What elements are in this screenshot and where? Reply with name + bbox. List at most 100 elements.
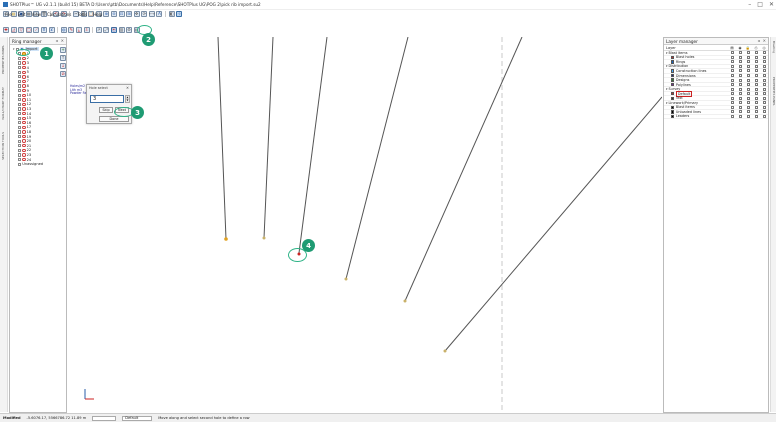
layer-toggle[interactable] <box>746 55 750 59</box>
checkbox[interactable] <box>18 153 22 157</box>
checkbox[interactable] <box>18 102 22 107</box>
layer-toggle[interactable] <box>762 87 766 91</box>
checkbox[interactable] <box>18 139 22 143</box>
layer-toggle[interactable] <box>754 114 758 118</box>
checkbox[interactable] <box>18 157 22 162</box>
layer-toggle[interactable] <box>746 92 750 96</box>
layer-toggle[interactable] <box>754 87 758 91</box>
layer-toggle[interactable] <box>754 101 758 105</box>
checkbox[interactable] <box>18 107 22 111</box>
layer-toggle[interactable] <box>746 101 750 105</box>
layer-toggle[interactable] <box>762 96 766 100</box>
menu-view[interactable]: View <box>31 12 41 17</box>
layer-toggle[interactable] <box>746 105 750 109</box>
layer-toggle[interactable] <box>754 60 758 64</box>
expand-icon[interactable]: ▾ <box>666 64 668 68</box>
layer-color-swatch[interactable] <box>671 105 675 110</box>
layer-toggle[interactable] <box>738 114 742 118</box>
checkbox[interactable] <box>18 112 22 116</box>
measure-distance-icon[interactable]: ⤢ <box>103 26 110 33</box>
menu-edit[interactable]: Edit <box>18 12 26 17</box>
layer-toggle[interactable] <box>746 87 750 91</box>
layer-toggle[interactable] <box>738 51 742 55</box>
layer-color-swatch[interactable] <box>671 110 675 114</box>
pin-icon[interactable]: ◂ <box>56 38 58 43</box>
move-up-icon[interactable]: ↑ <box>60 55 66 61</box>
charge-icon[interactable]: ⇩ <box>83 26 90 33</box>
checkbox[interactable] <box>18 134 22 139</box>
checkbox[interactable] <box>18 61 22 65</box>
layer-toggle[interactable] <box>754 64 758 68</box>
menu-tools[interactable]: Tools <box>77 12 87 17</box>
layer-color-swatch[interactable] <box>671 96 675 100</box>
checkbox[interactable] <box>18 98 22 102</box>
hole-collar[interactable] <box>224 237 228 241</box>
layer-toggle[interactable] <box>730 110 734 114</box>
ring-tool-icon[interactable]: ⊼ <box>40 26 47 33</box>
layer-toggle[interactable] <box>754 74 758 77</box>
spinner-icon[interactable]: ▲ ▼ <box>125 95 130 103</box>
status-layer-name[interactable]: Default <box>122 415 153 421</box>
layer-color-swatch[interactable] <box>671 60 675 64</box>
layer-toggle[interactable] <box>738 64 742 68</box>
layer-toggle[interactable] <box>738 92 742 96</box>
tab-blasting[interactable]: Blasting <box>772 41 776 53</box>
layer-toggle[interactable] <box>754 69 758 73</box>
hole-number-input[interactable]: 3 <box>90 95 124 103</box>
layer-toggle[interactable] <box>730 51 734 55</box>
layer-toggle[interactable] <box>754 92 758 96</box>
layer-toggle[interactable] <box>738 78 742 82</box>
menu-calculations[interactable]: Calculations <box>47 12 71 17</box>
pin-icon[interactable]: ◂ <box>758 38 760 43</box>
checkbox[interactable] <box>18 75 22 79</box>
layer-toggle[interactable] <box>754 83 758 87</box>
layer-toggle[interactable] <box>746 83 750 87</box>
checkbox[interactable] <box>18 144 22 148</box>
layer-toggle[interactable] <box>746 74 750 77</box>
checkbox[interactable] <box>18 125 22 129</box>
layer-toggle[interactable] <box>746 60 750 64</box>
layer-toggle[interactable] <box>754 78 758 82</box>
layer-toggle[interactable] <box>762 83 766 87</box>
dialog-close-icon[interactable]: ✕ <box>126 86 129 90</box>
tab-properties[interactable]: PROPERTIES PANEL <box>1 45 5 74</box>
hole-collar[interactable] <box>403 299 407 303</box>
layer-color-swatch[interactable] <box>671 78 675 82</box>
layer-color-swatch[interactable] <box>671 73 675 78</box>
checkbox[interactable] <box>18 93 22 97</box>
layer-toggle[interactable] <box>746 69 750 73</box>
layer-toggle[interactable] <box>738 83 742 87</box>
layer-toggle[interactable] <box>730 87 734 91</box>
visible-icon[interactable]: ◉ <box>736 46 744 50</box>
skip-button[interactable]: Skip <box>99 107 113 113</box>
report-icon[interactable]: ▥ <box>118 26 125 33</box>
line-tool-icon[interactable]: ⟋ <box>33 26 40 33</box>
expand-icon[interactable]: ▾ <box>666 51 668 55</box>
select-icon[interactable]: ◎ <box>760 46 768 50</box>
layer-toggle[interactable] <box>762 78 766 82</box>
layer-toggle[interactable] <box>754 105 758 109</box>
layer-toggle[interactable] <box>730 101 734 105</box>
checkbox[interactable] <box>18 116 22 120</box>
layer-toggle[interactable] <box>738 105 742 109</box>
layer-toggle[interactable] <box>762 60 766 64</box>
print-icon[interactable]: ⎙ <box>752 46 760 50</box>
close-panel-icon[interactable]: ✕ <box>763 38 766 43</box>
layer-toggle[interactable] <box>754 96 758 100</box>
tab-wall-chart[interactable]: WALL/CHART FORMAT <box>1 87 5 120</box>
expand-icon[interactable]: ▾ <box>666 101 668 105</box>
layer-toggle[interactable] <box>746 114 750 118</box>
status-layer-select[interactable] <box>92 415 117 421</box>
layer-toggle[interactable] <box>762 92 766 96</box>
drill-icon[interactable]: ⤓ <box>75 26 82 33</box>
layer-toggle[interactable] <box>730 74 734 77</box>
layer-toggle[interactable] <box>746 64 750 68</box>
layer-toggle[interactable] <box>746 110 750 114</box>
layer-toggle[interactable] <box>730 69 734 73</box>
layer-toggle[interactable] <box>762 51 766 55</box>
layer-toggle[interactable] <box>730 83 734 87</box>
layer-color-swatch[interactable] <box>671 92 675 96</box>
checkbox[interactable] <box>18 148 22 152</box>
circle-tool-icon[interactable]: ◯ <box>25 26 32 33</box>
add-hole-icon[interactable]: ✚ <box>3 26 9 33</box>
